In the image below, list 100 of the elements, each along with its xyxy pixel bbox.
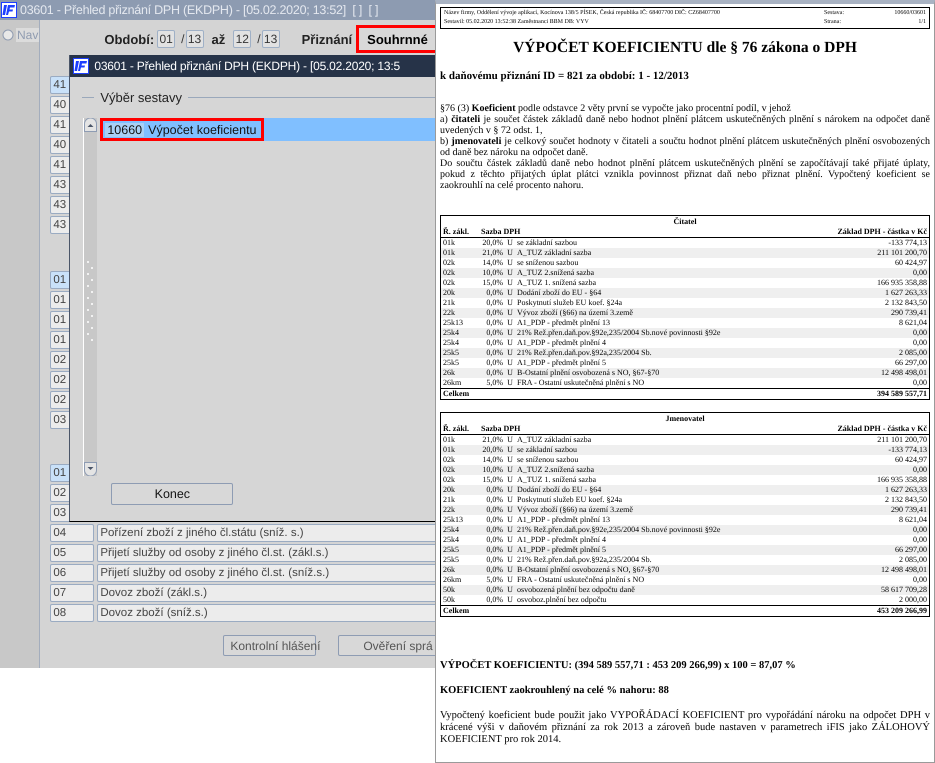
table-cell-text: 0,0% bbox=[485, 338, 503, 348]
table-cell-text: 26km bbox=[443, 575, 462, 585]
table-cell-text: se sníženou sazbou bbox=[517, 455, 580, 465]
table-cell-text: 0,0% bbox=[485, 318, 503, 328]
table-cell-text: U bbox=[506, 475, 514, 485]
table-cell-text: 211 101 200,70 bbox=[876, 248, 927, 258]
period-field[interactable]: 13 bbox=[186, 30, 204, 48]
period-field[interactable]: 01 bbox=[157, 30, 176, 48]
table-cell-text: 0,0% bbox=[485, 368, 503, 378]
table-cell-text: 21% Rež.přen.daň.pov.§92e,235/2004 Sb.nové povinnosti §92e bbox=[517, 328, 722, 338]
window-title: 03601 - Přehled přiznání DPH (EKDPH) - [05.02.2020; 13:52] [ ] [ ] bbox=[20, 3, 378, 17]
table-cell-text: 0,0% bbox=[485, 515, 503, 525]
table-cell-text: 20,0% bbox=[481, 238, 503, 248]
table-cell-text: FRA - Ostatní uskutečněná plnění s NO bbox=[517, 575, 646, 585]
table-cell-text: 0,0% bbox=[485, 328, 503, 338]
table-cell-text: 01k bbox=[443, 435, 456, 445]
table-cell-text: Poskytnutí služeb EU koef. §24a bbox=[517, 495, 624, 505]
table-cell-text: U bbox=[506, 465, 514, 475]
table-cell-text: A1_PDP - předmět plnění 5 bbox=[517, 545, 608, 555]
table-cell-text: U bbox=[506, 445, 514, 455]
description-field[interactable]: Dovoz zboží (sníž.s.) bbox=[97, 604, 435, 622]
close-button[interactable]: Konec bbox=[111, 483, 234, 505]
table-cell-text: 290 739,41 bbox=[890, 308, 927, 318]
table-cell-text: U bbox=[506, 318, 514, 328]
table-cell-text: U bbox=[506, 495, 514, 505]
table-cell-text: 166 935 358,88 bbox=[876, 475, 927, 485]
period-field[interactable]: 12 bbox=[233, 30, 252, 48]
description-field[interactable]: Pořízení zboží z jiného čl.státu (sníž. s.) bbox=[97, 524, 435, 542]
table-title: Jmenovatel bbox=[664, 413, 706, 424]
table-cell-text: 50k bbox=[443, 585, 456, 595]
table-cell-text: U bbox=[506, 505, 514, 515]
radio-button[interactable] bbox=[2, 29, 14, 41]
table-cell-text: 2 132 843,50 bbox=[884, 298, 927, 308]
table-cell-text: Poskytnutí služeb EU koef. §24a bbox=[517, 298, 624, 308]
table-cell-text: 0,0% bbox=[485, 505, 503, 515]
table-cell-text: B-Ostatní plnění osvobozená s NO, §67-§70 bbox=[517, 368, 660, 378]
table-cell-text: U bbox=[506, 308, 514, 318]
table-cell-text: osvoboz.plnění bez odpočtu bbox=[517, 595, 608, 605]
table-cell-text: 0,00 bbox=[912, 575, 927, 585]
table-cell-text: 14,0% bbox=[481, 455, 503, 465]
return-label: Přiznání bbox=[302, 32, 352, 46]
table-cell-text: Dodání zboží do EU - §64 bbox=[517, 288, 602, 298]
table-cell-text: U bbox=[506, 435, 514, 445]
description-field[interactable]: Přijetí služby od osoby z jiného čl.st. (zákl.s.) bbox=[97, 544, 435, 562]
code-field[interactable]: 05 bbox=[50, 544, 94, 562]
table-cell-text: U bbox=[506, 348, 514, 358]
description-field[interactable]: Dovoz zboží (zákl.s.) bbox=[97, 584, 435, 602]
slash-label: / bbox=[257, 32, 261, 46]
table-cell-text: 0,0% bbox=[485, 358, 503, 368]
table-cell-text: 25k4 bbox=[443, 535, 460, 545]
table-cell-text: U bbox=[506, 338, 514, 348]
code-field[interactable]: 08 bbox=[50, 604, 94, 622]
table-cell-text: 58 617 709,28 bbox=[880, 585, 927, 595]
table-cell-text: 0,0% bbox=[485, 555, 503, 565]
table-cell-text: se základní sazbou bbox=[517, 445, 578, 455]
total-value: 453 209 266,99 bbox=[876, 606, 927, 616]
scroll-down-button[interactable] bbox=[84, 462, 98, 476]
table-cell-text: 2 000,00 bbox=[898, 595, 927, 605]
code-field[interactable]: 04 bbox=[50, 524, 94, 542]
table-cell-text: Vývoz zboží (§66) na území 3.země bbox=[517, 505, 634, 515]
scroll-up-button[interactable] bbox=[84, 118, 98, 132]
table-cell-text: 22k bbox=[443, 505, 456, 515]
table-cell-text: se sníženou sazbou bbox=[517, 258, 580, 268]
table-cell-text: 21% Rež.přen.daň.pov.§92a,235/2004 Sb. bbox=[517, 348, 653, 358]
table-cell-text: FRA - Ostatní uskutečněná plnění s NO bbox=[517, 378, 646, 388]
return-type-field[interactable]: Souhrnné bbox=[356, 25, 435, 53]
table-cell-text: 01k bbox=[443, 445, 456, 455]
table-cell-text: U bbox=[506, 328, 514, 338]
code-field[interactable]: 07 bbox=[50, 584, 94, 602]
period-label: Období: bbox=[104, 32, 154, 46]
table-cell-text: se základní sazbou bbox=[517, 238, 578, 248]
table-cell-text: U bbox=[506, 248, 514, 258]
period-field[interactable]: 13 bbox=[262, 30, 280, 48]
table-cell-text: 21,0% bbox=[481, 248, 503, 258]
report-code: 10660 bbox=[105, 122, 144, 136]
table-cell-text: U bbox=[506, 298, 514, 308]
table-cell-text: U bbox=[506, 525, 514, 535]
table-cell-text: 0,0% bbox=[485, 485, 503, 495]
table-cell-text: 0,0% bbox=[485, 495, 503, 505]
table-cell-text: A_TUZ 2.snížená sazba bbox=[517, 268, 596, 278]
column-header: Ř. zákl. bbox=[443, 424, 470, 434]
table-cell-text: 26km bbox=[443, 378, 462, 388]
paragraph: Do součtu částek základů daně nebo hodnot plnění plátcem uskutečněných plnění se započítávají také přijaté úplaty, pokud z těchto přijatých úplat plátci vznikla povinnost přiznat daň nebo přiznat plnění. Vypočtený koeficient se zaokrouhlí na celé procento nahoru. bbox=[440, 158, 930, 191]
table-cell-text: Vývoz zboží (§66) na území 3.země bbox=[517, 308, 634, 318]
table-cell-text: 15,0% bbox=[481, 475, 503, 485]
table-cell-text: 0,0% bbox=[485, 595, 503, 605]
table-cell-text: A1_PDP - předmět plnění 4 bbox=[517, 535, 608, 545]
table-cell-text: 20,0% bbox=[481, 445, 503, 455]
table-cell-text: U bbox=[506, 565, 514, 575]
table-cell-text: 25k5 bbox=[443, 358, 460, 368]
description-field[interactable]: Přijetí služby od osoby z jiného čl.st. (sníž.s.) bbox=[97, 564, 435, 582]
table-cell-text: 10,0% bbox=[481, 465, 503, 475]
code-field[interactable]: 06 bbox=[50, 564, 94, 582]
verify-button[interactable]: Ověření sprá bbox=[338, 635, 435, 656]
table-cell-text: 0,00 bbox=[912, 328, 927, 338]
table-cell-text: 02k bbox=[443, 455, 456, 465]
group-label: Výběr sestavy bbox=[99, 90, 183, 104]
table-cell-text: 14,0% bbox=[481, 258, 503, 268]
table-cell-text: A1_PDP - předmět plnění 13 bbox=[517, 515, 612, 525]
report-list-item[interactable]: 10660 Výpočet koeficientu bbox=[100, 118, 435, 141]
